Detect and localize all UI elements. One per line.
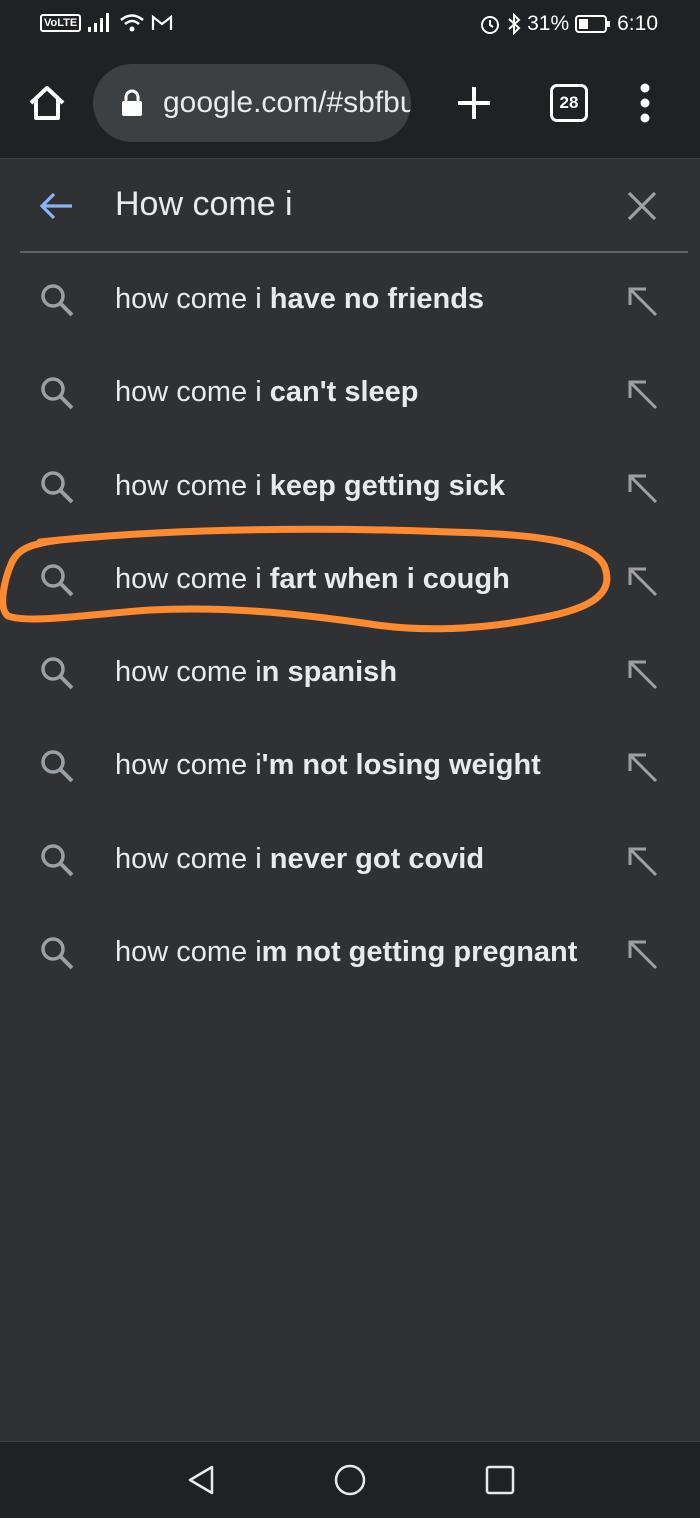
fill-query-arrow-icon[interactable] — [624, 470, 660, 506]
status-left: VoLTE — [40, 12, 173, 34]
bluetooth-icon — [508, 13, 521, 35]
suggestion-item[interactable]: how come im not getting pregnant — [0, 906, 700, 999]
fill-query-arrow-icon[interactable] — [624, 843, 660, 879]
plus-icon[interactable] — [452, 81, 496, 125]
suggestion-item[interactable]: how come in spanish — [0, 626, 700, 719]
search-icon — [41, 377, 74, 410]
fill-query-arrow-icon[interactable] — [624, 376, 660, 412]
clear-icon[interactable] — [624, 188, 660, 224]
wifi-icon — [120, 14, 144, 32]
clock: 6:10 — [617, 12, 658, 35]
url-bar[interactable]: google.com/#sbfbu=1&pi=How come i — [93, 64, 411, 142]
suggestion-item[interactable]: how come i have no friends — [0, 253, 700, 346]
volte-badge: VoLTE — [40, 14, 82, 32]
search-icon — [41, 657, 74, 690]
tab-switcher-icon[interactable]: 28 — [550, 84, 588, 122]
suggestion-text: how come i never got covid — [115, 842, 485, 875]
search-icon — [41, 564, 74, 597]
suggestion-text: how come i keep getting sick — [115, 469, 506, 502]
alarm-icon — [481, 16, 500, 34]
suggestion-text: how come in spanish — [115, 656, 398, 689]
search-icon — [41, 937, 74, 970]
suggestion-text: how come i have no friends — [115, 283, 485, 315]
suggestion-text: how come im not getting pregnant — [115, 936, 578, 969]
fill-query-arrow-icon[interactable] — [624, 283, 660, 319]
suggestion-text: how come i'm not losing weight — [115, 749, 541, 782]
search-icon — [41, 284, 74, 317]
battery-icon — [575, 15, 611, 33]
suggestion-item[interactable]: how come i can't sleep — [0, 346, 700, 439]
suggestion-text: how come i fart when i cough — [115, 562, 510, 595]
nav-back-icon[interactable] — [184, 1462, 220, 1498]
browser-toolbar: google.com/#sbfbu=1&pi=How come i 28 — [0, 48, 700, 159]
suggestion-text: how come i can't sleep — [115, 376, 419, 409]
suggestion-item[interactable]: how come i never got covid — [0, 813, 700, 906]
search-input[interactable] — [115, 178, 595, 230]
home-icon[interactable] — [25, 81, 69, 125]
suggestion-item[interactable]: how come i keep getting sick — [0, 440, 700, 533]
battery-percent: 31% — [527, 12, 570, 35]
lock-icon — [122, 89, 142, 116]
fill-query-arrow-icon[interactable] — [624, 656, 660, 692]
nav-recents-icon[interactable] — [482, 1462, 518, 1498]
search-icon — [41, 470, 74, 504]
status-bar: VoLTE 31% 6:10 — [0, 0, 700, 48]
search-icon — [41, 750, 74, 783]
more-vert-icon[interactable] — [630, 80, 660, 126]
suggestion-item[interactable]: how come i'm not losing weight — [0, 719, 700, 812]
suggestion-list: how come i have no friends how come i ca… — [0, 253, 700, 999]
fill-query-arrow-icon[interactable] — [624, 936, 660, 972]
url-text[interactable]: google.com/#sbfbu=1&pi=How come i — [163, 64, 411, 142]
search-row — [0, 158, 700, 252]
gmail-icon — [152, 14, 173, 30]
suggestion-item[interactable]: how come i fart when i cough — [0, 533, 700, 626]
tab-count: 28 — [559, 93, 579, 112]
android-nav-bar — [0, 1441, 700, 1518]
fill-query-arrow-icon[interactable] — [624, 563, 660, 599]
signal-icon — [88, 13, 110, 32]
status-right: 31% 6:10 — [479, 10, 658, 38]
search-icon — [41, 844, 74, 877]
nav-home-icon[interactable] — [332, 1462, 368, 1498]
fill-query-arrow-icon[interactable] — [624, 749, 660, 785]
back-arrow-icon[interactable] — [36, 186, 76, 226]
